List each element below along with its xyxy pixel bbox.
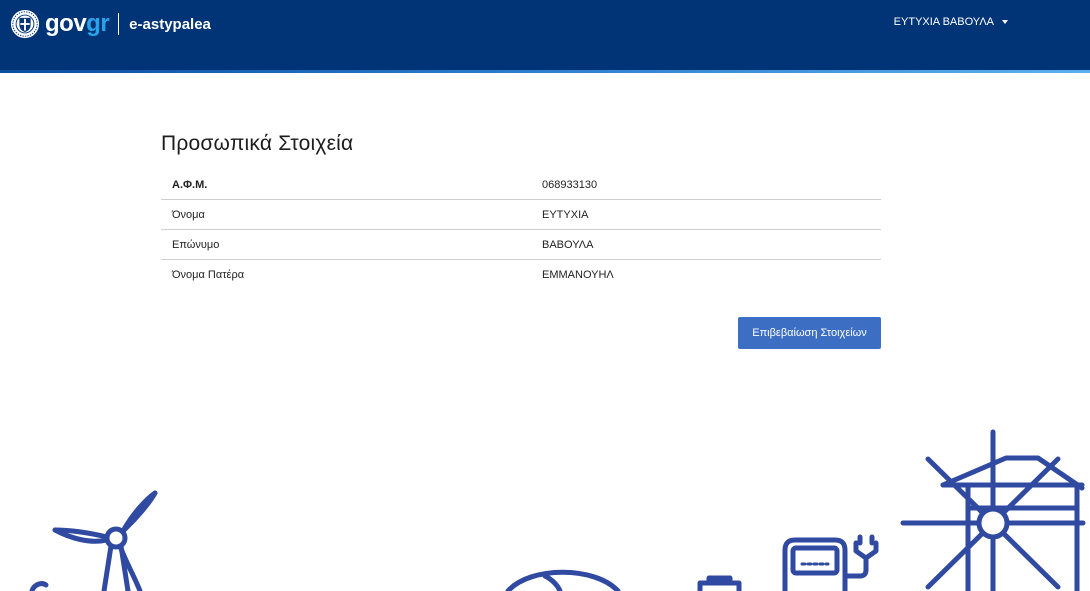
row-value-father-name: ΕΜΜΑΝΟΥΗΛ <box>542 268 614 281</box>
row-label-father-name: Όνομα Πατέρα <box>172 268 245 281</box>
table-row: Α.Φ.Μ. 068933130 <box>161 170 881 200</box>
site-name[interactable]: e-astypalea <box>129 16 211 33</box>
row-value-last-name: ΒΑΒΟΥΛΑ <box>531 229 881 260</box>
globe-icon <box>505 569 621 591</box>
personal-info-section: Προσωπικά Στοιχεία Α.Φ.Μ. 068933130 Όνομ… <box>161 132 881 289</box>
page-title: Προσωπικά Στοιχεία <box>161 132 354 155</box>
user-menu-dropdown[interactable]: ΕΥΤΥΧΙΑ ΒΑΒΟΥΛΑ <box>894 16 1008 28</box>
govgr-wordmark: govgr <box>45 10 110 37</box>
windmill-icon <box>900 429 1086 591</box>
row-label-last-name: Επώνυμο <box>161 229 531 260</box>
user-name: ΕΥΤΥΧΙΑ ΒΑΒΟΥΛΑ <box>893 16 994 28</box>
row-label-afm: Α.Φ.Μ. <box>161 170 531 200</box>
row-value-first-name: ΕΥΤΥΧΙΑ <box>531 199 881 230</box>
table-row: Όνομα ΕΥΤΥΧΙΑ <box>161 199 881 230</box>
personal-info-table: Α.Φ.Μ. 068933130 Όνομα ΕΥΤΥΧΙΑ Επώνυμο Β… <box>161 170 881 289</box>
govgr-logo[interactable]: govgr e-astypalea <box>10 8 211 40</box>
header-stripe <box>0 70 1090 73</box>
table-row: Επώνυμο ΒΑΒΟΥΛΑ <box>161 229 881 260</box>
wind-turbine-icon <box>29 490 158 591</box>
footer-illustration <box>29 429 1086 591</box>
row-label-first-name: Όνομα <box>161 199 531 230</box>
confirm-details-button[interactable]: Επιβεβαίωση Στοιχείων <box>738 317 881 349</box>
chevron-down-icon <box>1002 20 1008 24</box>
table-row: Όνομα Πατέρα ΕΜΜΑΝΟΥΗΛ <box>161 260 881 290</box>
greek-emblem-icon <box>10 9 40 39</box>
ev-charger-icon <box>782 534 879 591</box>
site-header: govgr e-astypalea ΕΥΤΥΧΙΑ ΒΑΒΟΥΛΑ <box>0 0 1090 70</box>
battery-icon <box>697 575 742 591</box>
logo-divider <box>118 13 120 35</box>
row-value-afm: 068933130 <box>531 170 881 200</box>
